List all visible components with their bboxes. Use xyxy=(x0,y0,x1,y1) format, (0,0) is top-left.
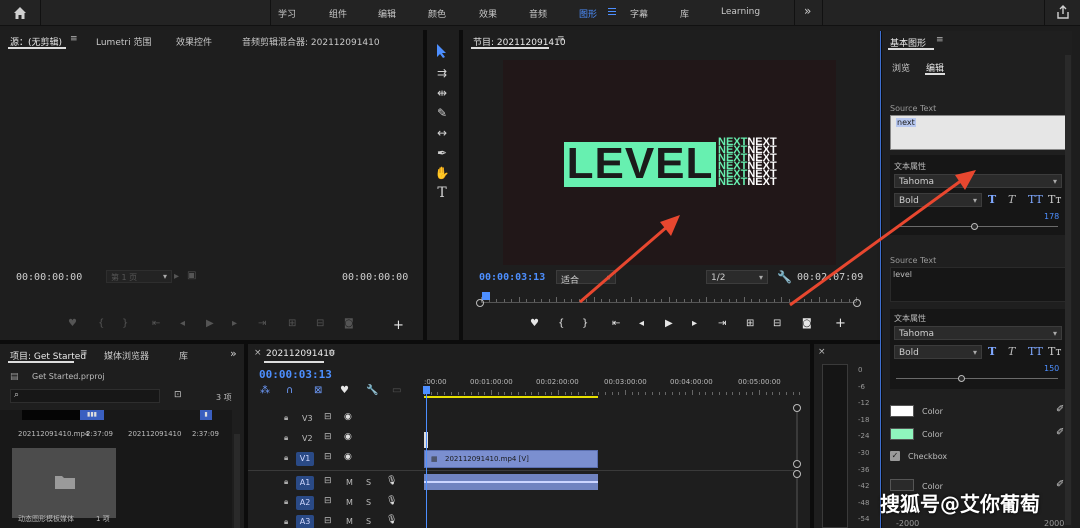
annotation-arrow-to-video xyxy=(579,224,669,304)
annotation-arrows xyxy=(579,170,976,307)
annotation-arrowhead xyxy=(660,215,680,236)
annotation-arrow-to-source-text xyxy=(789,178,963,307)
annotation-arrowhead xyxy=(955,170,976,190)
watermark-text: 搜狐号@艾你葡萄 xyxy=(880,492,1040,516)
